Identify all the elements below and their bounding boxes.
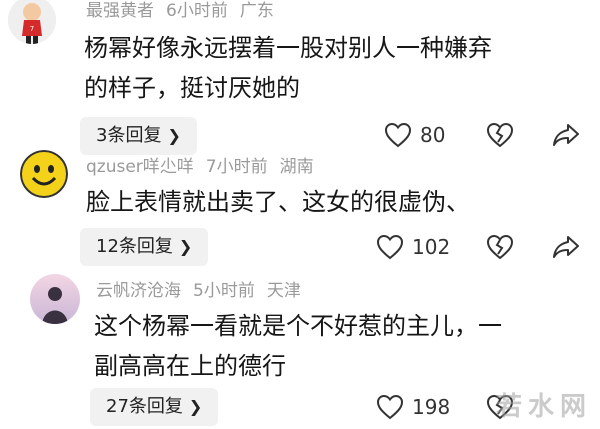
like-button[interactable]: 102 (376, 234, 450, 260)
avatar-image (30, 274, 80, 324)
location: 广东 (239, 1, 274, 21)
share-button[interactable] (552, 234, 580, 260)
share-button[interactable] (552, 122, 580, 148)
smiley-avatar-image (20, 150, 68, 198)
avatar[interactable]: 7 (8, 0, 56, 44)
view-replies-button[interactable]: 3条回复 ❯ (80, 117, 197, 155)
like-button[interactable]: 198 (376, 394, 450, 420)
timestamp: 6小时前 (166, 1, 228, 21)
svg-text:7: 7 (30, 25, 34, 33)
username[interactable]: 云帆济沧海 (96, 281, 181, 301)
like-count: 198 (412, 395, 451, 419)
comment-meta: 最强黄者 6小时前 广东 (86, 0, 286, 21)
chevron-right-icon: ❯ (167, 126, 181, 145)
location: 湖南 (279, 157, 314, 177)
chevron-right-icon: ❯ (178, 237, 193, 256)
avatar[interactable] (30, 274, 80, 324)
comment-text: 这个杨幂一看就是个不好惹的主儿，一 副高高在上的德行 (94, 306, 502, 386)
comment-meta: qzuser咩尐咩 7小时前 湖南 (86, 152, 326, 177)
location: 天津 (266, 281, 301, 301)
comment-text: 脸上表情就出卖了、这女的很虚伪、 (86, 182, 470, 222)
like-count: 80 (420, 123, 446, 147)
watermark: 若水网 (495, 392, 592, 422)
dislike-button[interactable] (486, 234, 514, 260)
username[interactable]: qzuser咩尐咩 (86, 157, 194, 177)
comment-line: 副高高在上的德行 (94, 352, 286, 380)
comment-line: 脸上表情就出卖了、这女的很虚伪、 (86, 188, 470, 216)
username[interactable]: 最强黄者 (86, 1, 154, 21)
chevron-right-icon: ❯ (188, 397, 203, 416)
timestamp: 7小时前 (205, 157, 268, 177)
broken-heart-icon (486, 234, 514, 260)
replies-label: 27条回复 (106, 396, 183, 417)
comment-text: 杨幂好像永远摆着一股对别人一种嫌弃 的样子，挺讨厌她的 (84, 28, 492, 108)
replies-label: 3条回复 (96, 125, 162, 146)
like-button[interactable]: 80 (384, 122, 445, 148)
avatar-image: 7 (8, 0, 56, 44)
comment-line: 的样子，挺讨厌她的 (84, 74, 300, 102)
heart-outline-icon (376, 394, 404, 420)
avatar[interactable] (20, 150, 68, 198)
share-arrow-icon (553, 236, 579, 258)
view-replies-button[interactable]: 12条回复 ❯ (80, 228, 209, 266)
comment-meta: 云帆济沧海 5小时前 天津 (96, 276, 313, 301)
replies-label: 12条回复 (96, 236, 173, 257)
broken-heart-icon (486, 122, 514, 148)
comment-line: 这个杨幂一看就是个不好惹的主儿，一 (94, 312, 502, 340)
share-arrow-icon (553, 124, 579, 146)
heart-outline-icon (384, 122, 412, 148)
timestamp: 5小时前 (193, 281, 255, 301)
dislike-button[interactable] (486, 122, 514, 148)
heart-outline-icon (376, 234, 404, 260)
comment-line: 杨幂好像永远摆着一股对别人一种嫌弃 (84, 34, 492, 62)
like-count: 102 (412, 235, 451, 259)
view-replies-button[interactable]: 27条回复 ❯ (90, 388, 219, 426)
